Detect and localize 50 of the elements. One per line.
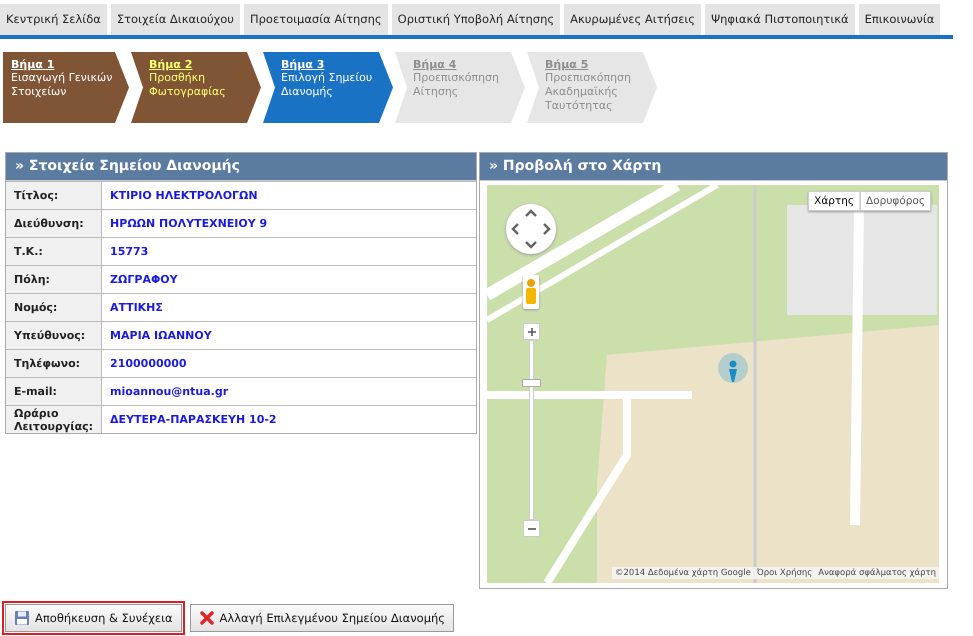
step-title: Βήμα 1 [11,58,56,71]
terms-link[interactable]: Όροι Χρήσης [756,568,812,578]
field-value: 2100000000 [102,350,476,378]
field-value: ΖΩΓΡΑΦΟΥ [102,266,476,294]
nav-tab[interactable]: Οριστική Υποβολή Αίτησης [392,4,560,35]
field-label: Τ.Κ.: [6,238,102,266]
field-label: Πόλη: [6,266,102,294]
map-attribution: ©2014 Δεδομένα χάρτη Google [615,568,751,578]
step-description: Επιλογή Σημείου Διανομής [281,71,374,99]
field-value: ΑΤΤΙΚΗΣ [102,294,476,322]
zoom-out-button[interactable] [523,520,540,537]
report-link[interactable]: Αναφορά σφάλματος χάρτη [818,568,936,578]
field-value: ΗΡΩΩΝ ΠΟΛΥΤΕΧΝΕΙΟΥ 9 [102,210,476,238]
field-value: mioannou@ntua.gr [102,378,476,406]
nav-tab[interactable]: Ψηφιακά Πιστοποιητικά [705,4,855,35]
nav-tab[interactable]: Επικοινωνία [858,4,940,35]
field-value: ΚΤΙΡΙΟ ΗΛΕΚΤΡΟΛΟΓΩΝ [102,182,476,210]
map-type-button[interactable]: Δορυφόρος [860,191,931,211]
field-value: 15773 [102,238,476,266]
change-button[interactable]: Αλλαγή Επιλεγμένου Σημείου Διανομής [190,604,454,632]
step-description: Εισαγωγή Γενικών Στοιχείων [11,71,113,99]
close-icon [198,610,215,626]
field-label: Τηλέφωνο: [6,350,102,378]
field-label: Διεύθυνση: [6,210,102,238]
field-value: ΔΕΥΤΕΡΑ-ΠΑΡΑΣΚΕΥΗ 10-2 [102,406,476,433]
step-title: Βήμα 5 [545,58,590,71]
nav-tab[interactable]: Ακυρωμένες Αιτήσεις [564,4,702,35]
step-description: Προεπισκόπηση Ακαδημαϊκής Ταυτότητας [545,71,632,113]
step-description: Προσθήκη Φωτογραφίας [149,71,227,99]
panel-title: » Στοιχεία Σημείου Διανομής [6,153,476,181]
field-value: ΜΑΡΙΑ ΙΩΑΝΝΟΥ [102,322,476,350]
nav-tab[interactable]: Προετοιμασία Αίτησης [244,4,388,35]
field-label: E-mail: [6,378,102,406]
save-button[interactable]: Αποθήκευση & Συνέχεια [5,604,182,632]
step-title: Βήμα 4 [413,58,458,71]
field-label: Τίτλος: [6,182,102,210]
step-title: Βήμα 3 [281,58,326,71]
nav-tab[interactable]: Στοιχεία Δικαιούχου [110,4,240,35]
step-description: Προεπισκόπηση Αίτησης [413,71,500,99]
zoom-slider-handle[interactable] [522,379,541,387]
map-type-button[interactable]: Χάρτης [808,191,860,211]
nav-tab[interactable]: Κεντρική Σελίδα [0,4,107,35]
plus-icon [526,326,536,336]
panel-title: » Προβολή στο Χάρτη [480,153,947,181]
zoom-in-button[interactable] [523,323,540,340]
field-label: Ωράριο Λειτουργίας: [6,406,102,433]
map-drawing[interactable]: Χάρτης Δορυφόρος ©2014 Δεδομένα χάρτη Google Όροι Χρήσης Αναφορά σφάλματος χάρτη [487,185,939,583]
field-label: Νομός: [6,294,102,322]
step-title: Βήμα 2 [149,58,194,71]
field-label: Υπεύθυνος: [6,322,102,350]
